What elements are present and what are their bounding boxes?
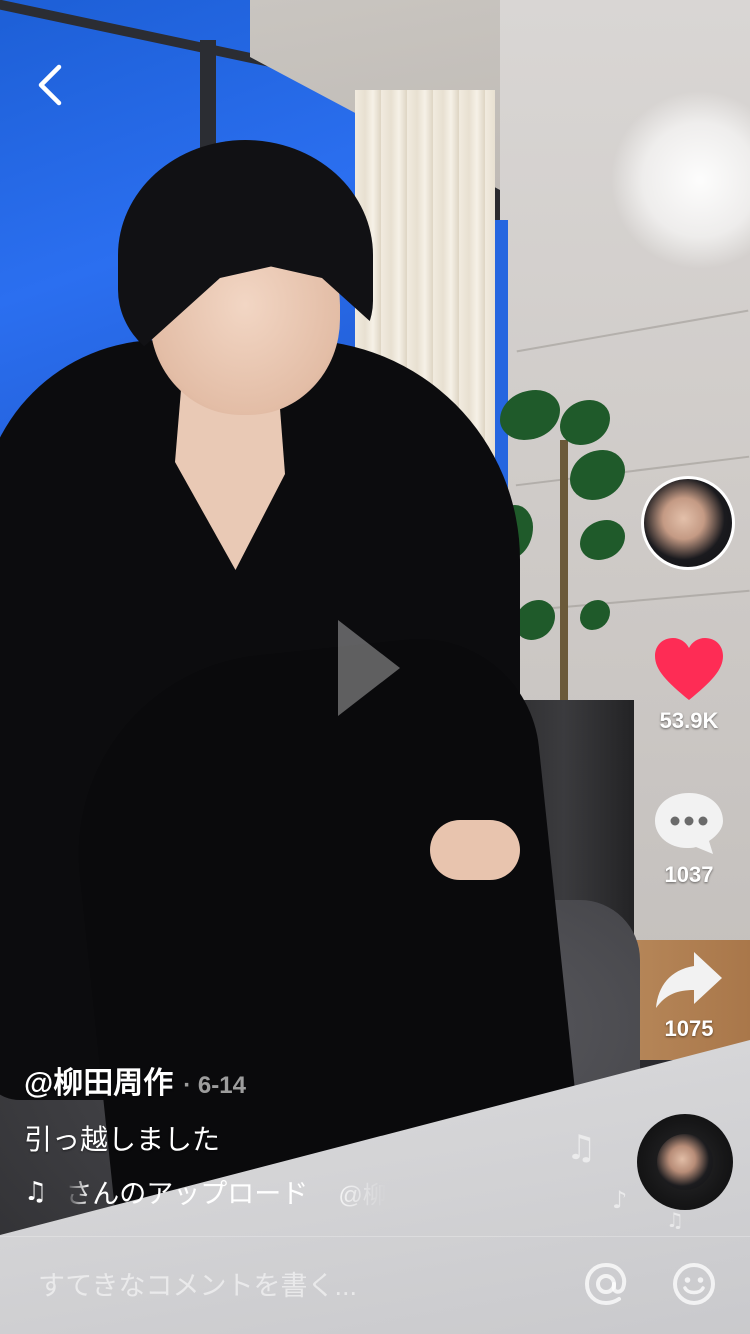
- like-count: 53.9K: [659, 708, 719, 733]
- comment-count: 1037: [664, 862, 714, 887]
- music-cover-thumbnail: [657, 1134, 713, 1190]
- share-count: 1075: [664, 1016, 714, 1041]
- person-hand: [430, 820, 520, 880]
- post-caption: @柳田周作 · 6-14 引っ越しました ♫ さんのアップロード @柳: [24, 1058, 604, 1211]
- video-screen[interactable]: 53.9K 1037 1075 ♫ ♪ ♫ @柳田周作 · 6-14 引っ越しま…: [0, 0, 750, 1334]
- like-button[interactable]: 53.9K: [640, 636, 738, 734]
- heart-icon: [655, 638, 723, 700]
- comment-input[interactable]: [36, 1265, 540, 1307]
- share-button[interactable]: 1075: [640, 950, 738, 1042]
- share-arrow-icon: [656, 952, 722, 1008]
- chevron-left-icon: [38, 64, 62, 106]
- post-description: 引っ越しました: [24, 1124, 221, 1155]
- comment-icon: [655, 793, 723, 854]
- emoji-icon: [673, 1263, 715, 1305]
- music-note-icon: ♫: [666, 1208, 684, 1232]
- emoji-button[interactable]: [669, 1259, 719, 1309]
- username-link[interactable]: @柳田周作: [24, 1058, 173, 1102]
- music-note-icon: ♪: [612, 1186, 628, 1214]
- play-icon: [338, 620, 400, 716]
- at-sign-icon: [584, 1262, 626, 1306]
- comment-button[interactable]: 1037: [640, 790, 738, 888]
- comment-bar: [0, 1236, 750, 1334]
- mention-button[interactable]: [581, 1259, 631, 1309]
- back-button[interactable]: [22, 55, 78, 115]
- music-row[interactable]: ♫ さんのアップロード @柳: [24, 1172, 424, 1211]
- music-marquee: さんのアップロード @柳: [65, 1172, 386, 1211]
- music-disc[interactable]: [637, 1114, 733, 1210]
- plant-stem: [560, 440, 568, 710]
- music-title: さんのアップロード: [65, 1179, 309, 1209]
- music-credit: @柳: [338, 1182, 387, 1209]
- author-row: @柳田周作 · 6-14: [24, 1058, 604, 1102]
- post-date: · 6-14: [183, 1072, 246, 1099]
- music-note-icon: ♫: [24, 1176, 48, 1207]
- play-button[interactable]: [334, 616, 404, 720]
- creator-avatar[interactable]: [641, 476, 735, 570]
